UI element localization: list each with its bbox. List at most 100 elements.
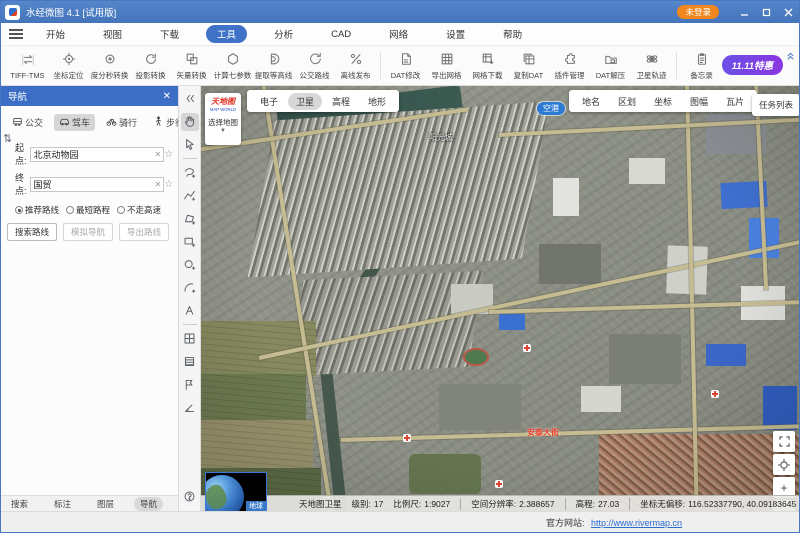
maximize-button[interactable]: [755, 4, 777, 20]
ribbon-button-导出网格[interactable]: 导出网格: [426, 46, 467, 85]
menu-item-工具[interactable]: 工具: [206, 25, 247, 43]
overlay-tab-瓦片[interactable]: 瓦片: [718, 93, 752, 110]
locate-button[interactable]: [773, 454, 795, 475]
menu-item-CAD[interactable]: CAD: [320, 27, 362, 42]
ribbon-button-网格下载[interactable]: 网格下载: [467, 46, 508, 85]
basemap-tab-高程[interactable]: 高程: [324, 93, 358, 110]
offline-publish-icon: [349, 50, 363, 68]
basemap-tab-电子[interactable]: 电子: [252, 93, 286, 110]
clear-end-icon[interactable]: ✕: [155, 180, 162, 189]
route-option-最短路程[interactable]: 最短路程: [66, 204, 110, 216]
clear-start-icon[interactable]: ✕: [155, 150, 162, 159]
menu-item-帮助[interactable]: 帮助: [492, 25, 533, 43]
end-favorite-icon[interactable]: ☆: [164, 179, 173, 190]
polyline-draw-icon[interactable]: [181, 187, 199, 205]
overlay-tab-地名[interactable]: 地名: [574, 93, 608, 110]
full-extent-button[interactable]: [773, 431, 795, 452]
ribbon-button-复制DAT[interactable]: 复制DAT: [508, 46, 549, 85]
ribbon-button-计算七参数[interactable]: 计算七参数: [212, 46, 253, 85]
login-status-badge[interactable]: 未登录: [677, 5, 719, 19]
ribbon-button-DAT解压[interactable]: DAT解压: [590, 46, 631, 85]
footer-bar: 官方网站: http://www.rivermap.cn: [1, 511, 799, 532]
text-label-icon[interactable]: [181, 302, 199, 320]
slope-tool-icon[interactable]: [181, 399, 199, 417]
collapse-panel-icon[interactable]: [181, 90, 199, 108]
menu-item-分析[interactable]: 分析: [263, 25, 304, 43]
ribbon-button-DAT修改[interactable]: DAT修改: [385, 46, 426, 85]
flag-tool-icon[interactable]: [181, 376, 199, 394]
collapse-ribbon-icon[interactable]: [786, 48, 795, 66]
layers-tool-icon[interactable]: [181, 353, 199, 371]
picker-label: 选择地图: [205, 117, 241, 128]
basemap-tab-卫星[interactable]: 卫星: [288, 93, 322, 110]
ribbon-button-矢量转换[interactable]: 矢量转换: [171, 46, 212, 85]
promo-badge[interactable]: 11.11特惠: [722, 55, 783, 75]
模拟导航-button[interactable]: 模拟导航: [63, 223, 113, 241]
travel-mode-公交[interactable]: 公交: [7, 114, 48, 131]
end-input[interactable]: [30, 177, 164, 192]
menu-item-设置[interactable]: 设置: [435, 25, 476, 43]
rectangle-draw-icon[interactable]: [181, 233, 199, 251]
radio-icon: [117, 206, 125, 214]
arc-draw-icon[interactable]: [181, 279, 199, 297]
pan-hand-icon[interactable]: [181, 113, 199, 131]
route-option-不走高速[interactable]: 不走高速: [117, 204, 161, 216]
grid-tool-icon[interactable]: [181, 330, 199, 348]
close-button[interactable]: [777, 4, 799, 20]
panel-tab-图层[interactable]: 图层: [91, 497, 120, 511]
panel-tab-标注[interactable]: 标注: [48, 497, 77, 511]
start-input[interactable]: [30, 147, 164, 162]
ribbon-button-离线发布[interactable]: 离线发布: [335, 46, 376, 85]
earth-icon: [205, 475, 244, 511]
travel-mode-骑行[interactable]: 骑行: [101, 114, 142, 131]
status-级别: 级别:17: [352, 498, 384, 510]
basemap-tab-地形[interactable]: 地形: [360, 93, 394, 110]
official-site-link[interactable]: http://www.rivermap.cn: [591, 518, 682, 528]
help-icon[interactable]: [181, 487, 199, 505]
window-title: 水经微图 4.1 [试用版]: [26, 5, 116, 19]
panel-tab-导航[interactable]: 导航: [134, 497, 163, 511]
overlay-tab-坐标[interactable]: 坐标: [646, 93, 680, 110]
hamburger-menu-icon[interactable]: [9, 27, 23, 42]
select-cursor-icon[interactable]: [181, 136, 199, 154]
menu-item-视图[interactable]: 视图: [92, 25, 133, 43]
travel-mode-驾车[interactable]: 驾车: [54, 114, 95, 131]
overlay-tab-图幅[interactable]: 图幅: [682, 93, 716, 110]
ribbon-button-公交路线[interactable]: 公交路线: [294, 46, 335, 85]
circle-draw-icon[interactable]: [181, 256, 199, 274]
ribbon-button-提取等高线[interactable]: 提取等高线: [253, 46, 294, 85]
tianditu-logo-sub: MAP WORLD: [208, 107, 239, 112]
ribbon-button-坐标定位[interactable]: 坐标定位: [48, 46, 89, 85]
seven-params-icon: [226, 50, 240, 68]
menu-item-开始[interactable]: 开始: [35, 25, 76, 43]
ribbon-button-插件管理[interactable]: 插件管理: [549, 46, 590, 85]
start-favorite-icon[interactable]: ☆: [164, 149, 173, 160]
搜索路线-button[interactable]: 搜索路线: [7, 223, 57, 241]
ribbon-button-备忘录[interactable]: 备忘录: [681, 46, 722, 85]
status-天地图卫星: 天地图卫星: [299, 498, 342, 510]
导出路线-button[interactable]: 导出路线: [119, 223, 169, 241]
globe-thumbnail[interactable]: 地球: [205, 472, 267, 511]
ribbon-button-度分秒转换[interactable]: 度分秒转换: [89, 46, 130, 85]
ribbon-button-TIFF-TMS[interactable]: TIFF-TMS: [7, 46, 48, 85]
contour-icon: [267, 50, 281, 68]
panel-tab-搜索[interactable]: 搜索: [5, 497, 34, 511]
ribbon-button-卫星轨迹[interactable]: 卫星轨迹: [631, 46, 672, 85]
locate-icon: [62, 50, 76, 68]
menu-item-网络[interactable]: 网络: [378, 25, 419, 43]
swap-endpoints-icon[interactable]: ⇅: [3, 132, 12, 145]
overlay-tab-bar: 地名区划坐标图幅瓦片: [569, 90, 757, 112]
ribbon-button-投影转换[interactable]: 投影转换: [130, 46, 171, 85]
task-list-button[interactable]: 任务列表: [752, 94, 799, 116]
polygon-draw-icon[interactable]: [181, 210, 199, 228]
menu-item-下载[interactable]: 下载: [149, 25, 190, 43]
panel-close-icon[interactable]: ✕: [163, 91, 171, 102]
minimize-button[interactable]: [733, 4, 755, 20]
overlay-tab-区划[interactable]: 区划: [610, 93, 644, 110]
lasso-draw-icon[interactable]: [181, 164, 199, 182]
route-option-推荐路线[interactable]: 推荐路线: [15, 204, 59, 216]
map-viewport[interactable]: 空港阳光城安泰大街 天地图 MAP WORLD 选择地图 ▼ 电子卫星高程地形 …: [201, 86, 799, 511]
ribbon-divider: [676, 52, 677, 79]
map-source-picker[interactable]: 天地图 MAP WORLD 选择地图 ▼: [205, 93, 241, 145]
map-park: [409, 454, 481, 494]
